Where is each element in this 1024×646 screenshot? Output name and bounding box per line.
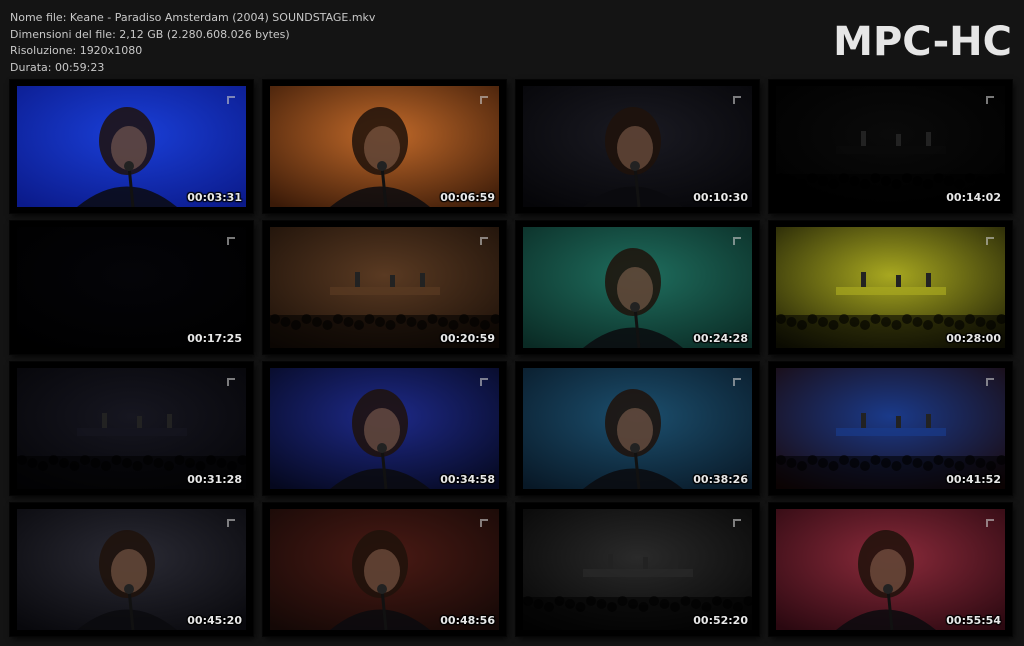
channel-watermark-icon	[480, 96, 488, 104]
channel-watermark-icon	[733, 378, 741, 386]
frame-image	[523, 86, 752, 207]
file-info: Nome file: Keane - Paradiso Amsterdam (2…	[10, 10, 375, 76]
thumbnail-timestamp: 00:24:28	[693, 332, 748, 345]
thumbnail-timestamp: 00:52:20	[693, 614, 748, 627]
thumbnail-timestamp: 00:28:00	[946, 332, 1001, 345]
thumbnail: 00:52:20	[516, 503, 759, 636]
thumbnail-timestamp: 00:20:59	[440, 332, 495, 345]
frame-image	[776, 227, 1005, 348]
thumbnail-timestamp: 00:55:54	[946, 614, 1001, 627]
thumbnail-timestamp: 00:31:28	[187, 473, 242, 486]
thumbnail-timestamp: 00:48:56	[440, 614, 495, 627]
frame-image	[776, 368, 1005, 489]
thumbnail-timestamp: 00:41:52	[946, 473, 1001, 486]
thumbnail: 00:41:52	[769, 362, 1012, 495]
channel-watermark-icon	[227, 378, 235, 386]
thumbnail: 00:45:20	[10, 503, 253, 636]
thumbnail: 00:06:59	[263, 80, 506, 213]
channel-watermark-icon	[733, 519, 741, 527]
channel-watermark-icon	[733, 96, 741, 104]
frame-image	[17, 227, 246, 348]
thumbnail: 00:10:30	[516, 80, 759, 213]
thumbnail-frame: 00:20:59	[270, 227, 499, 348]
frame-image	[270, 227, 499, 348]
channel-watermark-icon	[480, 519, 488, 527]
thumbnail: 00:55:54	[769, 503, 1012, 636]
thumbnail: 00:34:58	[263, 362, 506, 495]
thumbnail-frame: 00:45:20	[17, 509, 246, 630]
thumbnail-frame: 00:28:00	[776, 227, 1005, 348]
thumbnail-timestamp: 00:17:25	[187, 332, 242, 345]
thumbnail: 00:17:25	[10, 221, 253, 354]
frame-image	[17, 368, 246, 489]
frame-image	[270, 86, 499, 207]
thumbnail: 00:24:28	[516, 221, 759, 354]
thumbnail-frame: 00:41:52	[776, 368, 1005, 489]
thumbnail-timestamp: 00:06:59	[440, 191, 495, 204]
thumbnail-timestamp: 00:03:31	[187, 191, 242, 204]
thumbnail-frame: 00:34:58	[270, 368, 499, 489]
channel-watermark-icon	[986, 237, 994, 245]
thumbnail: 00:20:59	[263, 221, 506, 354]
thumbnail-frame: 00:14:02	[776, 86, 1005, 207]
frame-image	[523, 509, 752, 630]
thumbnail-frame: 00:52:20	[523, 509, 752, 630]
thumbnail-frame: 00:31:28	[17, 368, 246, 489]
thumbnail-timestamp: 00:10:30	[693, 191, 748, 204]
thumbnail-frame: 00:24:28	[523, 227, 752, 348]
channel-watermark-icon	[480, 237, 488, 245]
thumbnail: 00:48:56	[263, 503, 506, 636]
thumbnail-frame: 00:17:25	[17, 227, 246, 348]
frame-image	[17, 509, 246, 630]
frame-image	[523, 368, 752, 489]
thumbnail-frame: 00:10:30	[523, 86, 752, 207]
thumbnail: 00:14:02	[769, 80, 1012, 213]
channel-watermark-icon	[480, 378, 488, 386]
thumbnail: 00:31:28	[10, 362, 253, 495]
thumbnail-frame: 00:03:31	[17, 86, 246, 207]
frame-image	[270, 509, 499, 630]
channel-watermark-icon	[227, 519, 235, 527]
thumbnail-frame: 00:55:54	[776, 509, 1005, 630]
frame-image	[523, 227, 752, 348]
frame-image	[776, 509, 1005, 630]
channel-watermark-icon	[986, 378, 994, 386]
thumbnail: 00:28:00	[769, 221, 1012, 354]
frame-image	[17, 86, 246, 207]
channel-watermark-icon	[733, 237, 741, 245]
thumbnail-frame: 00:06:59	[270, 86, 499, 207]
thumbnail: 00:03:31	[10, 80, 253, 213]
thumbnail-timestamp: 00:38:26	[693, 473, 748, 486]
thumbnail-frame: 00:48:56	[270, 509, 499, 630]
frame-image	[270, 368, 499, 489]
thumbnail-frame: 00:38:26	[523, 368, 752, 489]
channel-watermark-icon	[986, 96, 994, 104]
channel-watermark-icon	[227, 96, 235, 104]
resolution-line: Risoluzione: 1920x1080	[10, 44, 143, 57]
thumbnail-timestamp: 00:14:02	[946, 191, 1001, 204]
thumbnail: 00:38:26	[516, 362, 759, 495]
thumbnail-timestamp: 00:34:58	[440, 473, 495, 486]
thumbnail-timestamp: 00:45:20	[187, 614, 242, 627]
channel-watermark-icon	[227, 237, 235, 245]
duration-line: Durata: 00:59:23	[10, 60, 105, 74]
channel-watermark-icon	[986, 519, 994, 527]
frame-image	[776, 86, 1005, 207]
mpc-hc-logo: MPC-HC	[833, 19, 1012, 65]
file-size-line: Dimensioni del file: 2,12 GB (2.280.608.…	[10, 27, 290, 41]
file-name-line: Nome file: Keane - Paradiso Amsterdam (2…	[10, 11, 376, 24]
